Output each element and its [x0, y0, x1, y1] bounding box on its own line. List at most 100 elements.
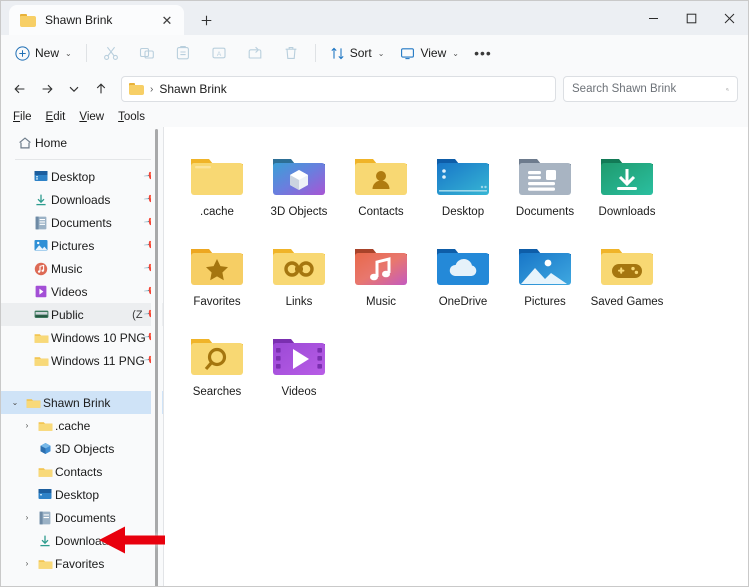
file-item[interactable]: Videos: [258, 317, 340, 407]
folder-icon: [20, 13, 36, 27]
file-item-label: Videos: [281, 386, 317, 398]
share-button[interactable]: [238, 39, 272, 67]
forward-button[interactable]: [34, 76, 60, 102]
search-input[interactable]: [572, 83, 726, 95]
menu-view-rest: iew: [86, 111, 105, 123]
file-item[interactable]: Saved Games: [586, 227, 668, 317]
desktop-icon: [35, 488, 55, 501]
sidebar-item-label: Public: [51, 307, 84, 322]
scrollbar-thumb[interactable]: [155, 129, 158, 586]
downloads-folder-icon: [595, 143, 659, 199]
pictures-icon: [31, 239, 51, 252]
sidebar-item-tree-favorites[interactable]: › Favorites: [1, 552, 163, 575]
sidebar-item-videos[interactable]: Videos 📌: [1, 280, 163, 303]
recent-locations-button[interactable]: [61, 76, 87, 102]
file-item-label: Downloads: [598, 206, 656, 218]
chevron-expanded-icon[interactable]: ⌄: [7, 398, 23, 407]
up-button[interactable]: [88, 76, 114, 102]
title-bar: Shawn Brink ✕: [1, 1, 748, 35]
favorites-folder-icon: [185, 233, 249, 289]
sidebar-item-label: Windows 11 PNGs: [51, 353, 145, 368]
file-item-label: Desktop: [441, 206, 485, 218]
rename-button[interactable]: A: [202, 39, 236, 67]
new-tab-button[interactable]: [192, 6, 220, 34]
maximize-button[interactable]: [672, 1, 710, 35]
close-button[interactable]: [710, 1, 748, 35]
copy-button[interactable]: [130, 39, 164, 67]
sort-icon: [331, 47, 344, 59]
sidebar-item-public[interactable]: Public (Z 📌: [1, 303, 163, 326]
sidebar-item-windows-11-pngs[interactable]: Windows 11 PNGs 📌: [1, 349, 163, 372]
menu-view[interactable]: View: [73, 110, 110, 124]
sort-button[interactable]: Sort ⌄: [323, 39, 392, 67]
menu-file-rest: ile: [20, 111, 32, 123]
sidebar-item-desktop[interactable]: Desktop 📌: [1, 165, 163, 188]
file-item[interactable]: .cache: [176, 137, 258, 227]
explorer-body: Home Desktop 📌: [1, 127, 748, 586]
sidebar-item-tree-documents[interactable]: › Documents: [1, 506, 163, 529]
sidebar-item-tree-downloads[interactable]: Downloads: [1, 529, 163, 552]
view-button[interactable]: View ⌄: [393, 39, 466, 67]
sidebar-item-downloads[interactable]: Downloads 📌: [1, 188, 163, 211]
sidebar-item-pictures[interactable]: Pictures 📌: [1, 234, 163, 257]
file-item[interactable]: Music: [340, 227, 422, 317]
breadcrumb-current[interactable]: Shawn Brink: [159, 82, 226, 96]
close-tab-icon[interactable]: ✕: [156, 9, 178, 31]
sidebar-item-windows-10-pngs[interactable]: Windows 10 PNGs 📌: [1, 326, 163, 349]
delete-button[interactable]: [274, 39, 308, 67]
menu-view-key: V: [79, 111, 87, 123]
3d-objects-icon: [35, 442, 55, 455]
cut-button[interactable]: [94, 39, 128, 67]
new-plus-circle-icon: [15, 45, 30, 61]
sidebar-item-label: .cache: [55, 418, 91, 433]
sidebar-item-music[interactable]: Music 📌: [1, 257, 163, 280]
sidebar-item-label: Downloads: [51, 192, 111, 207]
desktop-icon: [31, 170, 51, 183]
search-box[interactable]: [563, 76, 738, 102]
close-icon: [724, 13, 734, 23]
menu-file[interactable]: File: [7, 110, 38, 124]
address-bar[interactable]: › Shawn Brink: [121, 76, 556, 102]
navigation-scrollbar[interactable]: [151, 127, 162, 586]
music-folder-icon: [349, 233, 413, 289]
minimize-button[interactable]: [634, 1, 672, 35]
file-item[interactable]: Pictures: [504, 227, 586, 317]
file-item[interactable]: Favorites: [176, 227, 258, 317]
chevron-collapsed-icon[interactable]: ›: [19, 421, 35, 430]
menu-edit[interactable]: Edit: [40, 110, 72, 124]
contacts-folder-icon: [349, 143, 413, 199]
sidebar-item-contacts[interactable]: Contacts: [1, 460, 163, 483]
window-controls: [634, 1, 748, 35]
sidebar-item-shawn-brink[interactable]: ⌄ Shawn Brink: [1, 391, 163, 414]
chevron-down-icon: ⌄: [377, 48, 385, 58]
file-item[interactable]: Downloads: [586, 137, 668, 227]
sidebar-item-home[interactable]: Home: [1, 131, 163, 154]
new-button[interactable]: New ⌄: [9, 39, 79, 67]
file-item[interactable]: Searches: [176, 317, 258, 407]
home-icon: [15, 136, 35, 150]
sidebar-item-3d-objects[interactable]: 3D Objects: [1, 437, 163, 460]
file-item-label: Music: [365, 296, 397, 308]
sidebar-item-cache[interactable]: › .cache: [1, 414, 163, 437]
back-button[interactable]: [7, 76, 33, 102]
sidebar-item-tree-desktop[interactable]: Desktop: [1, 483, 163, 506]
search-icon[interactable]: [726, 83, 729, 96]
file-item[interactable]: OneDrive: [422, 227, 504, 317]
onedrive-folder-icon: [431, 233, 495, 289]
file-item[interactable]: Documents: [504, 137, 586, 227]
arrow-up-icon: [96, 83, 106, 94]
file-item[interactable]: 3D Objects: [258, 137, 340, 227]
menu-tools[interactable]: Tools: [112, 110, 151, 124]
sidebar-item-label: Documents: [51, 215, 112, 230]
file-item[interactable]: Desktop: [422, 137, 504, 227]
chevron-collapsed-icon[interactable]: ›: [19, 513, 35, 522]
chevron-collapsed-icon[interactable]: ›: [19, 559, 35, 568]
file-item[interactable]: Links: [258, 227, 340, 317]
file-list-view[interactable]: .cache 3D Objects Contacts Desktop Docum…: [164, 127, 748, 586]
file-item[interactable]: Contacts: [340, 137, 422, 227]
file-item-label: 3D Objects: [270, 206, 328, 218]
tab-shawn-brink[interactable]: Shawn Brink ✕: [9, 5, 184, 35]
sidebar-item-documents[interactable]: Documents 📌: [1, 211, 163, 234]
paste-button[interactable]: [166, 39, 200, 67]
see-more-button[interactable]: •••: [468, 39, 498, 67]
